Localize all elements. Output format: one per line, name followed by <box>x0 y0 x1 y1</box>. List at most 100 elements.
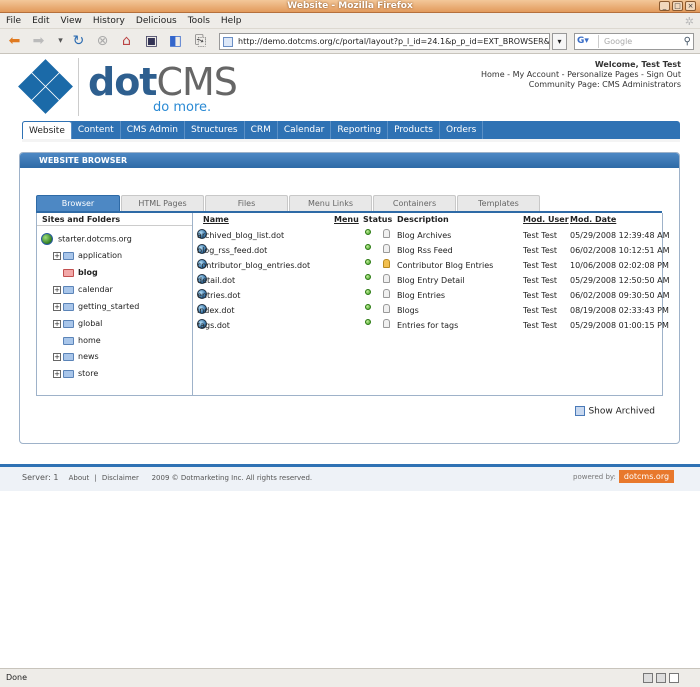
sign-out-link[interactable]: Sign Out <box>647 70 682 79</box>
subtab-menu-links[interactable]: Menu Links <box>289 195 372 211</box>
dotcms-org-badge[interactable]: dotcms.org <box>619 470 674 483</box>
col-header-mod-date[interactable]: Mod. Date <box>570 213 616 226</box>
addon-icon[interactable] <box>643 673 653 683</box>
file-mod-user: Test Test <box>523 291 558 300</box>
header-links: Home - My Account - Personalize Pages - … <box>481 70 682 79</box>
sidebar-icon[interactable]: ◧ <box>167 33 184 50</box>
expand-icon[interactable]: + <box>53 319 61 328</box>
back-icon[interactable]: ⬅ <box>6 33 23 50</box>
subtab-html-pages[interactable]: HTML Pages <box>121 195 204 211</box>
file-row[interactable]: entries.dot Blog Entries Test Test 06/02… <box>194 289 670 303</box>
tree-header: Sites and Folders <box>37 213 192 226</box>
subtab-containers[interactable]: Containers <box>373 195 456 211</box>
throbber-icon: ✲ <box>684 15 694 28</box>
tab-website[interactable]: Website <box>22 121 72 139</box>
file-mod-user: Test Test <box>523 276 558 285</box>
home-link[interactable]: Home <box>481 70 505 79</box>
search-engine-icon[interactable]: G▾ <box>577 35 599 48</box>
file-row[interactable]: contributor_blog_entries.dot Contributor… <box>194 259 669 273</box>
tree-folder-blog[interactable]: blog <box>63 267 98 279</box>
mail-icon[interactable] <box>669 673 679 683</box>
close-button[interactable]: × <box>685 1 696 11</box>
file-mod-user: Test Test <box>523 231 558 240</box>
about-link[interactable]: About <box>69 474 90 482</box>
file-description: Blog Entry Detail <box>397 276 465 285</box>
tab-products[interactable]: Products <box>388 121 440 139</box>
url-dropdown-icon[interactable]: ▾ <box>552 33 567 50</box>
tab-content[interactable]: Content <box>72 121 121 139</box>
minimize-button[interactable]: _ <box>659 1 670 11</box>
expand-icon[interactable]: + <box>53 369 61 378</box>
file-description: Entries for tags <box>397 321 459 330</box>
file-row[interactable]: detail.dot Blog Entry Detail Test Test 0… <box>194 274 670 288</box>
file-row[interactable]: index.dot Blogs Test Test 08/19/2008 02:… <box>194 304 669 318</box>
menu-tools[interactable]: Tools <box>188 16 210 26</box>
status-text: Done <box>6 673 28 682</box>
file-description: Blog Entries <box>397 291 446 300</box>
page-footer: Server: 1 About | Disclaimer 2009 © Dotm… <box>0 464 700 491</box>
maximize-button[interactable]: □ <box>672 1 683 11</box>
screen-icon[interactable] <box>656 673 666 683</box>
tree-folder-home[interactable]: home <box>63 335 101 347</box>
menu-view[interactable]: View <box>61 16 82 26</box>
subtab-files[interactable]: Files <box>205 195 288 211</box>
expand-icon[interactable]: + <box>53 302 61 311</box>
subtab-browser[interactable]: Browser <box>36 195 120 211</box>
tree-folder-getting-started[interactable]: + getting_started <box>53 301 139 313</box>
logo-text: dotCMS <box>88 60 238 104</box>
url-bar[interactable]: http://demo.dotcms.org/c/portal/layout?p… <box>219 33 550 50</box>
tree-folder-news[interactable]: + news <box>53 351 99 363</box>
search-input[interactable]: G▾ Google ⚲ <box>574 33 694 50</box>
history-dropdown-icon[interactable]: ▾ <box>52 33 69 50</box>
file-list: Name Menu Status Description Mod. User M… <box>194 213 670 396</box>
stop-icon[interactable]: ⊗ <box>94 33 111 50</box>
tab-cms-admin[interactable]: CMS Admin <box>121 121 185 139</box>
expand-icon[interactable]: + <box>53 251 61 260</box>
archive-icon <box>575 406 586 416</box>
file-description: Blogs <box>397 306 419 315</box>
tab-structures[interactable]: Structures <box>185 121 245 139</box>
menu-file[interactable]: File <box>6 16 21 26</box>
expand-icon[interactable]: + <box>53 285 61 294</box>
logo-diamonds-icon <box>18 59 73 114</box>
col-header-menu[interactable]: Menu <box>334 213 359 226</box>
menu-history[interactable]: History <box>93 16 125 26</box>
col-header-mod-user[interactable]: Mod. User <box>523 213 569 226</box>
tab-calendar[interactable]: Calendar <box>278 121 332 139</box>
bookmark-star-icon[interactable]: ☆ <box>536 34 546 49</box>
site-globe-icon <box>41 233 53 245</box>
search-icon[interactable]: ⚲ <box>684 34 691 49</box>
personalize-pages-link[interactable]: Personalize Pages <box>567 70 638 79</box>
tag-icon[interactable]: ⎘ <box>192 33 209 50</box>
disclaimer-link[interactable]: Disclaimer <box>102 474 139 482</box>
show-archived-link[interactable]: Show Archived <box>575 406 655 417</box>
file-browser: Sites and Folders starter.dotcms.org + ap… <box>36 213 670 396</box>
file-row[interactable]: tags.dot Entries for tags Test Test 05/2… <box>194 319 669 333</box>
home-icon[interactable]: ⌂ <box>118 33 135 50</box>
tree-site-node[interactable]: starter.dotcms.org <box>41 233 132 245</box>
tab-orders[interactable]: Orders <box>440 121 484 139</box>
tab-reporting[interactable]: Reporting <box>331 121 389 139</box>
tab-crm[interactable]: CRM <box>245 121 278 139</box>
folder-icon <box>63 251 74 260</box>
subtab-templates[interactable]: Templates <box>457 195 540 211</box>
powered-by-label: powered by: <box>573 473 616 481</box>
main-tabs: Website Content CMS Admin Structures CRM… <box>22 121 680 139</box>
my-account-link[interactable]: My Account <box>513 70 559 79</box>
menu-help[interactable]: Help <box>221 16 242 26</box>
tree-folder-global[interactable]: + global <box>53 318 102 330</box>
tree-folder-calendar[interactable]: + calendar <box>53 284 113 296</box>
tree-folder-application[interactable]: + application <box>53 250 122 262</box>
file-mod-date: 05/29/2008 12:50:50 AM <box>570 276 670 285</box>
bookmark-icon[interactable]: ▣ <box>143 33 160 50</box>
forward-icon[interactable]: ➡ <box>30 33 47 50</box>
reload-icon[interactable]: ↻ <box>70 33 87 50</box>
tree-folder-store[interactable]: + store <box>53 368 98 380</box>
menu-edit[interactable]: Edit <box>32 16 49 26</box>
user-welcome: Welcome, Test Test Home - My Account - P… <box>481 60 681 90</box>
file-row[interactable]: blog_rss_feed.dot Blog Rss Feed Test Tes… <box>194 244 670 258</box>
file-row[interactable]: archived_blog_list.dot Blog Archives Tes… <box>194 229 670 243</box>
menu-delicious[interactable]: Delicious <box>136 16 177 26</box>
expand-icon[interactable]: + <box>53 352 61 361</box>
col-header-name[interactable]: Name <box>203 213 229 226</box>
